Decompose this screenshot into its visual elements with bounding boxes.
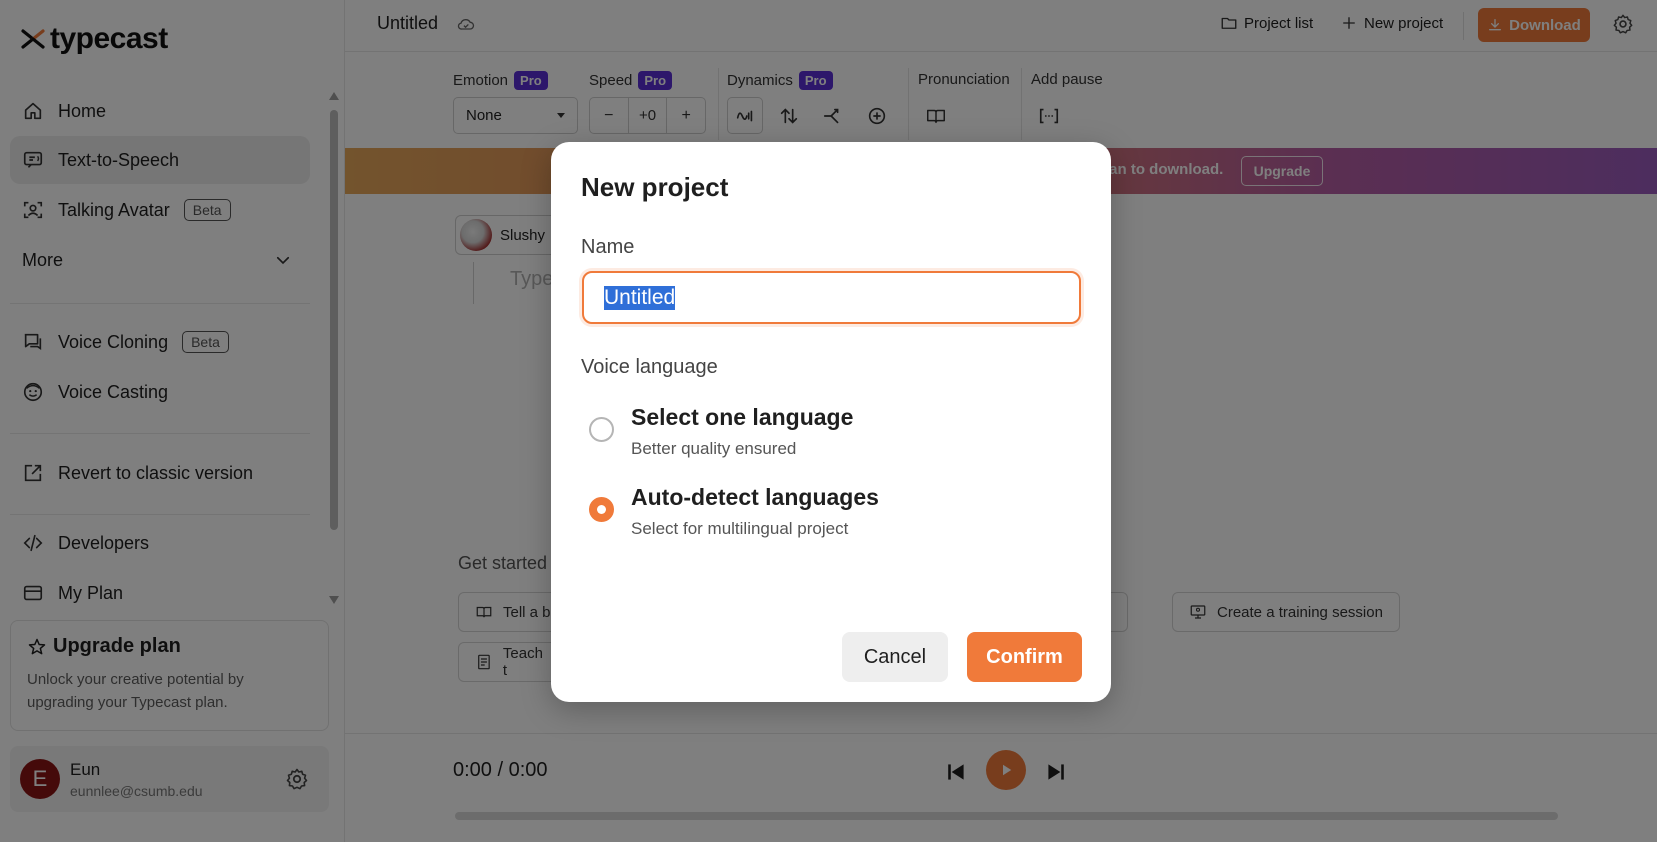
option-auto-detect-languages[interactable]: Auto-detect languages Select for multili… <box>589 484 1069 544</box>
confirm-button[interactable]: Confirm <box>967 632 1082 682</box>
option-title: Select one language <box>631 404 854 430</box>
option-subtitle: Better quality ensured <box>631 439 797 458</box>
option-select-one-language[interactable]: Select one language Better quality ensur… <box>589 404 1069 464</box>
dialog-title: New project <box>581 172 729 202</box>
option-subtitle: Select for multilingual project <box>631 519 849 538</box>
project-name-input[interactable] <box>582 271 1081 324</box>
new-project-dialog: New project Name Voice language Select o… <box>551 142 1111 702</box>
voice-language-label: Voice language <box>581 356 718 378</box>
cancel-button[interactable]: Cancel <box>842 632 948 682</box>
name-field-label: Name <box>581 236 635 258</box>
radio-checked[interactable] <box>589 497 614 522</box>
radio-unchecked[interactable] <box>589 417 614 442</box>
option-title: Auto-detect languages <box>631 484 879 510</box>
